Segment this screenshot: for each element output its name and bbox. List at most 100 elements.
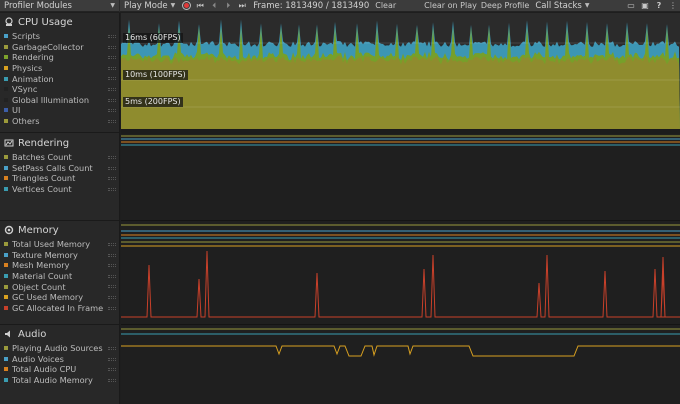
drag-handle-icon[interactable]: [108, 56, 116, 60]
legend-item-total-audio-memory[interactable]: Total Audio Memory: [0, 375, 120, 386]
drag-handle-icon[interactable]: [108, 87, 116, 91]
chevron-down-icon: ▼: [110, 2, 115, 9]
drag-handle-icon[interactable]: [108, 166, 116, 170]
next-frame-button[interactable]: ⏵: [221, 0, 235, 12]
drag-handle-icon[interactable]: [108, 264, 116, 268]
profiler-modules-dropdown[interactable]: Profiler Modules ▼: [0, 0, 119, 12]
legend-item-batches-count[interactable]: Batches Count: [0, 152, 120, 163]
memory-module-header[interactable]: Memory: [0, 221, 120, 239]
call-stacks-label: Call Stacks: [535, 0, 582, 11]
profiler-chart-area[interactable]: 16ms (60FPS) 10ms (100FPS) 5ms (200FPS): [121, 13, 680, 404]
memory-graph: [121, 224, 680, 318]
legend-item-scripts[interactable]: Scripts: [0, 31, 120, 42]
drag-handle-icon[interactable]: [108, 274, 116, 278]
deep-profile-toggle[interactable]: Deep Profile: [479, 0, 532, 12]
legend-item-object-count[interactable]: Object Count: [0, 281, 120, 292]
legend-item-rendering[interactable]: Rendering: [0, 52, 120, 63]
drag-handle-icon[interactable]: [108, 368, 116, 372]
audio-module-header[interactable]: Audio: [0, 325, 120, 343]
load-button[interactable]: ▭: [624, 0, 638, 12]
cpu-usage-chart[interactable]: 16ms (60FPS) 10ms (100FPS) 5ms (200FPS): [121, 13, 680, 134]
cpu-module-header[interactable]: CPU Usage: [0, 13, 120, 31]
kebab-menu-icon: ⋮: [669, 1, 677, 10]
memory-module-legend[interactable]: Memory Total Used Memory Texture Memory Me…: [0, 221, 120, 325]
audio-graph: [121, 328, 680, 357]
legend-item-gc-allocated-in-frame[interactable]: GC Allocated In Frame: [0, 303, 120, 314]
current-frame-button[interactable]: ⏭: [235, 0, 249, 12]
cpu-module-legend[interactable]: CPU Usage Scripts GarbageCollector Renderi…: [0, 13, 120, 133]
drag-handle-icon[interactable]: [108, 45, 116, 49]
drag-handle-icon[interactable]: [108, 347, 116, 350]
rendering-chart[interactable]: [121, 134, 680, 221]
color-swatch: [4, 76, 8, 81]
legend-item-total-audio-cpu[interactable]: Total Audio CPU: [0, 364, 120, 375]
legend-item-garbagecollector[interactable]: GarbageCollector: [0, 42, 120, 53]
audio-module-legend[interactable]: Audio Playing Audio Sources Audio Voices T…: [0, 325, 120, 404]
audio-chart[interactable]: [121, 325, 680, 404]
drag-handle-icon[interactable]: [108, 119, 116, 123]
legend-item-triangles-count[interactable]: Triangles Count: [0, 173, 120, 184]
drag-handle-icon[interactable]: [108, 285, 116, 289]
play-mode-dropdown[interactable]: Play Mode ▼: [120, 0, 179, 12]
legend-item-label: Batches Count: [12, 152, 72, 163]
legend-item-ui[interactable]: UI: [0, 105, 120, 116]
legend-item-animation[interactable]: Animation: [0, 73, 120, 84]
legend-item-playing-audio-sources[interactable]: Playing Audio Sources: [0, 343, 120, 354]
drag-handle-icon[interactable]: [108, 306, 116, 310]
fps-label-100: 10ms (100FPS): [123, 70, 188, 80]
drag-handle-icon[interactable]: [108, 98, 116, 102]
legend-item-global-illumination[interactable]: Global Illumination: [0, 95, 120, 106]
color-swatch: [4, 165, 8, 170]
color-swatch: [4, 346, 8, 351]
color-swatch: [4, 356, 8, 361]
previous-frame-button[interactable]: ⏴: [207, 0, 221, 12]
drag-handle-icon[interactable]: [108, 378, 116, 382]
clear-button[interactable]: Clear: [373, 0, 398, 12]
color-swatch: [4, 155, 8, 160]
legend-item-vertices-count[interactable]: Vertices Count: [0, 184, 120, 195]
save-button[interactable]: ▣: [638, 0, 652, 12]
first-frame-button[interactable]: ⏮: [193, 0, 207, 12]
drag-handle-icon[interactable]: [108, 177, 116, 181]
drag-handle-icon[interactable]: [108, 77, 116, 81]
clear-label: Clear: [375, 1, 397, 10]
color-swatch: [4, 242, 8, 247]
legend-item-gc-used-memory[interactable]: GC Used Memory: [0, 292, 120, 303]
menu-button[interactable]: ⋮: [666, 0, 680, 12]
clear-on-play-toggle[interactable]: Clear on Play: [422, 0, 479, 12]
audio-icon: [4, 329, 14, 339]
drag-handle-icon[interactable]: [108, 109, 116, 113]
color-swatch: [4, 97, 8, 102]
drag-handle-icon[interactable]: [108, 243, 116, 246]
drag-handle-icon[interactable]: [108, 253, 116, 257]
rendering-module-legend[interactable]: Rendering Batches Count SetPass Calls Cou…: [0, 134, 120, 221]
legend-item-mesh-memory[interactable]: Mesh Memory: [0, 260, 120, 271]
memory-chart[interactable]: [121, 221, 680, 325]
drag-handle-icon[interactable]: [108, 156, 116, 159]
memory-icon: [4, 225, 14, 235]
drag-handle-icon[interactable]: [108, 66, 116, 70]
profiler-modules-label: Profiler Modules: [4, 0, 72, 11]
legend-item-texture-memory[interactable]: Texture Memory: [0, 250, 120, 261]
drag-handle-icon[interactable]: [108, 295, 116, 299]
legend-item-total-used-memory[interactable]: Total Used Memory: [0, 239, 120, 250]
legend-item-audio-voices[interactable]: Audio Voices: [0, 354, 120, 365]
last-frame-icon: ⏭: [238, 0, 246, 10]
legend-item-physics[interactable]: Physics: [0, 63, 120, 74]
drag-handle-icon[interactable]: [108, 357, 116, 361]
previous-frame-icon: ⏴: [212, 0, 217, 10]
call-stacks-dropdown[interactable]: Call Stacks ▼: [531, 0, 593, 12]
legend-item-setpass-calls-count[interactable]: SetPass Calls Count: [0, 163, 120, 174]
record-button[interactable]: [179, 0, 193, 12]
color-swatch: [4, 119, 8, 124]
drag-handle-icon[interactable]: [108, 187, 116, 191]
legend-item-material-count[interactable]: Material Count: [0, 271, 120, 282]
legend-item-vsync[interactable]: VSync: [0, 84, 120, 95]
help-button[interactable]: ?: [652, 0, 666, 12]
legend-item-label: Vertices Count: [12, 184, 72, 195]
profiler-toolbar: Profiler Modules ▼ Play Mode ▼ ⏮ ⏴ ⏵ ⏭ F…: [0, 0, 680, 12]
legend-item-others[interactable]: Others: [0, 116, 120, 127]
drag-handle-icon[interactable]: [108, 35, 116, 38]
legend-item-label: GC Used Memory: [12, 292, 84, 303]
rendering-module-header[interactable]: Rendering: [0, 134, 120, 152]
